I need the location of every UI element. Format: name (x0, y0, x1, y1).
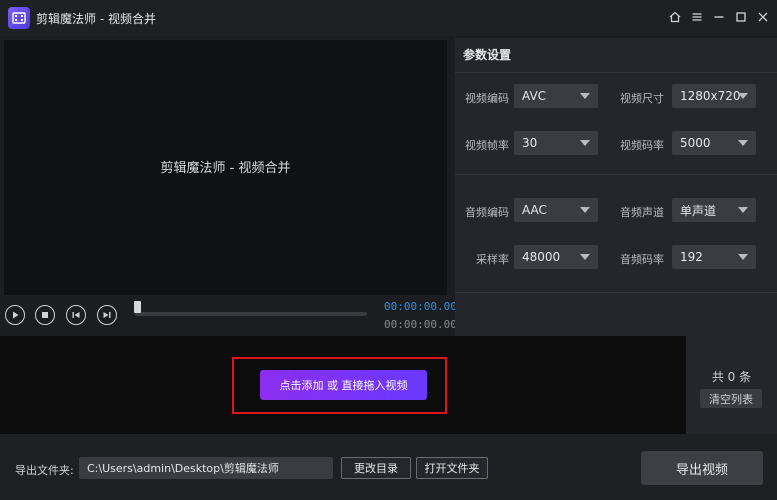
video-size-label: 视频尺寸 (620, 92, 664, 105)
preview-title: 剪辑魔法师 - 视频合并 (160, 161, 291, 176)
home-icon[interactable] (667, 8, 683, 26)
chevron-down-icon (738, 140, 748, 146)
stop-button[interactable] (35, 305, 55, 325)
video-preview[interactable]: 剪辑魔法师 - 视频合并 (4, 40, 447, 295)
next-frame-button[interactable] (97, 305, 117, 325)
chevron-down-icon (738, 207, 748, 213)
video-codec-label: 视频编码 (465, 92, 509, 105)
menu-icon[interactable] (689, 8, 705, 26)
previous-frame-button[interactable] (66, 305, 86, 325)
play-icon (13, 311, 19, 319)
chevron-down-icon (580, 140, 590, 146)
video-bitrate-select[interactable]: 5000 (672, 131, 756, 155)
item-count: 共 0 条 (711, 370, 752, 384)
divider (455, 174, 777, 175)
samplerate-label: 采样率 (476, 253, 509, 266)
open-folder-button[interactable]: 打开文件夹 (416, 457, 488, 479)
video-bitrate-label: 视频码率 (620, 139, 664, 152)
clear-list-button[interactable]: 清空列表 (700, 389, 762, 408)
export-video-button[interactable]: 导出视频 (641, 451, 763, 485)
playback-bar: 00:00:00.000 00:00:00.000 (0, 296, 463, 336)
chevron-down-icon (580, 93, 590, 99)
window-controls (667, 8, 771, 26)
progress-track[interactable] (135, 312, 367, 316)
output-bar: 导出文件夹: C:\Users\admin\Desktop\剪辑魔法师 更改目录… (0, 434, 777, 500)
audio-codec-label: 音频编码 (465, 206, 509, 219)
change-directory-button[interactable]: 更改目录 (341, 457, 411, 479)
maximize-icon[interactable] (733, 8, 749, 26)
step-forward-icon (103, 312, 111, 318)
video-fps-select[interactable]: 30 (514, 131, 598, 155)
title-bar: 剪辑魔法师 - 视频合并 (0, 0, 777, 36)
output-path-field[interactable]: C:\Users\admin\Desktop\剪辑魔法师 (79, 457, 333, 479)
settings-panel: 参数设置 视频编码 AVC 视频尺寸 1280x720 视频帧率 30 视频码率… (455, 38, 777, 336)
audio-bitrate-select[interactable]: 192 (672, 245, 756, 269)
samplerate-select[interactable]: 48000 (514, 245, 598, 269)
settings-title: 参数设置 (463, 48, 512, 62)
output-folder-label: 导出文件夹: (15, 464, 74, 477)
divider (455, 72, 777, 73)
chevron-down-icon (738, 254, 748, 260)
app-logo-icon (8, 7, 30, 29)
total-time: 00:00:00.000 (384, 318, 464, 331)
audio-channel-label: 音频声道 (620, 206, 664, 219)
audio-codec-select[interactable]: AAC (514, 198, 598, 222)
add-video-button[interactable]: 点击添加 或 直接拖入视频 (260, 370, 427, 400)
list-summary: 共 0 条 清空列表 (686, 336, 777, 434)
progress-handle[interactable] (134, 301, 141, 313)
audio-channel-select[interactable]: 单声道 (672, 198, 756, 222)
chevron-down-icon (738, 93, 748, 99)
app-title: 剪辑魔法师 - 视频合并 (36, 12, 156, 26)
minimize-icon[interactable] (711, 8, 727, 26)
play-button[interactable] (5, 305, 25, 325)
chevron-down-icon (580, 254, 590, 260)
chevron-down-icon (580, 207, 590, 213)
stop-icon (42, 312, 48, 318)
divider (455, 292, 777, 293)
close-icon[interactable] (755, 8, 771, 26)
video-fps-label: 视频帧率 (465, 139, 509, 152)
video-drop-area[interactable]: 点击添加 或 直接拖入视频 (0, 336, 686, 434)
video-codec-select[interactable]: AVC (514, 84, 598, 108)
current-time: 00:00:00.000 (384, 300, 464, 313)
video-size-select[interactable]: 1280x720 (672, 84, 756, 108)
step-back-icon (72, 312, 80, 318)
audio-bitrate-label: 音频码率 (620, 253, 664, 266)
